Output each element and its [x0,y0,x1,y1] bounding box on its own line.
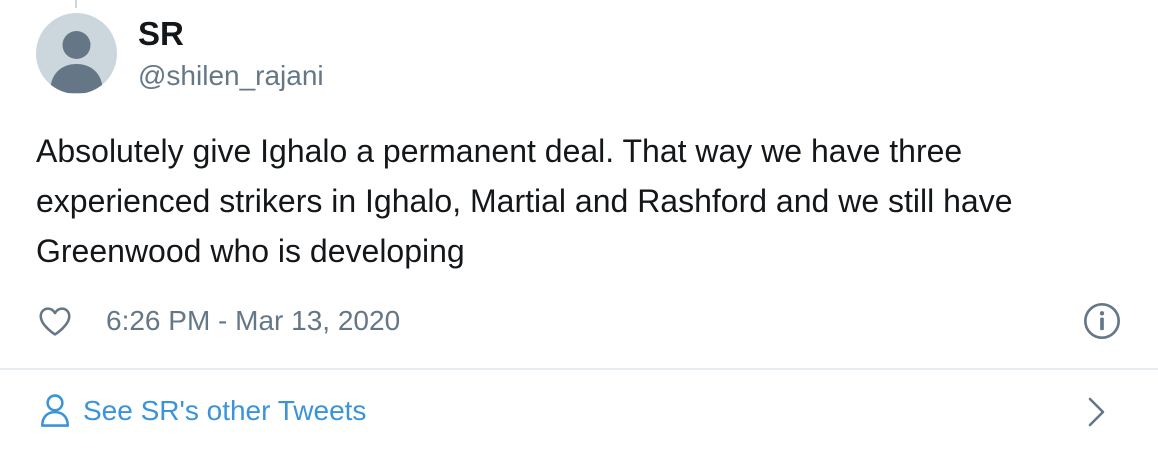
author-handle[interactable]: @shilen_rajani [138,58,324,94]
see-other-tweets-label[interactable]: See SR's other Tweets [83,392,366,430]
tweet-meta-row: 6:26 PM - Mar 13, 2020 [36,300,1122,342]
divider [0,368,1158,370]
thread-connector-line [75,0,77,8]
tweet-timestamp[interactable]: 6:26 PM - Mar 13, 2020 [106,302,400,340]
avatar[interactable] [36,13,117,94]
see-other-tweets-link[interactable]: See SR's other Tweets [36,385,1122,437]
default-avatar-icon [50,31,103,93]
chevron-right-icon[interactable] [1086,395,1108,429]
author-block[interactable]: SR @shilen_rajani [138,14,324,94]
heart-icon[interactable] [36,302,74,340]
person-icon [38,391,72,429]
author-display-name[interactable]: SR [138,14,324,54]
info-icon[interactable] [1082,301,1122,341]
tweet-text: Absolutely give Ighalo a permanent deal.… [36,133,1013,269]
